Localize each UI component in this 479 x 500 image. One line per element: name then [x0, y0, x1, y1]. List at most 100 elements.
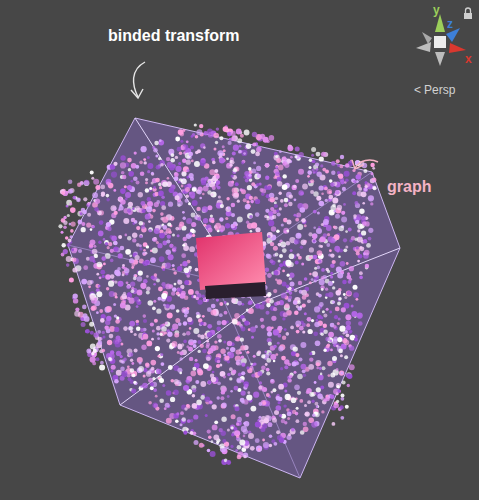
particle: [183, 321, 187, 325]
particle: [162, 217, 168, 223]
particle: [226, 207, 231, 212]
particle: [125, 234, 128, 237]
particle: [349, 346, 354, 351]
particle: [228, 181, 234, 187]
particle: [253, 355, 256, 358]
particle: [268, 220, 274, 226]
particle: [102, 275, 105, 278]
particle: [298, 169, 304, 175]
particle: [347, 374, 352, 379]
particle: [311, 400, 314, 403]
particle: [282, 270, 285, 273]
particle: [160, 333, 163, 336]
particle: [241, 371, 245, 375]
particle: [177, 266, 182, 271]
particle: [320, 245, 323, 248]
particle: [194, 161, 200, 167]
particle: [283, 228, 289, 234]
particle: [154, 319, 158, 323]
particle: [321, 223, 324, 226]
particle: [137, 276, 143, 282]
particle: [267, 273, 272, 278]
particle: [206, 356, 211, 361]
particle: [188, 289, 194, 295]
particle: [200, 344, 204, 348]
particle: [251, 149, 256, 154]
particle: [341, 307, 346, 312]
particle: [282, 156, 286, 160]
particle: [159, 398, 164, 403]
particle: [344, 171, 350, 177]
particle: [312, 234, 317, 239]
particle: [111, 365, 116, 370]
particle: [309, 247, 314, 252]
particle: [295, 218, 299, 222]
particle: [147, 201, 153, 207]
particle: [95, 284, 99, 288]
particle: [344, 181, 347, 184]
particle: [136, 326, 141, 331]
particle: [227, 341, 232, 346]
particle: [323, 349, 326, 352]
particle: [330, 238, 335, 243]
particle: [337, 389, 341, 393]
particle: [98, 285, 101, 288]
particle: [368, 195, 374, 201]
particle: [113, 246, 118, 251]
particle: [282, 317, 285, 320]
particle: [250, 230, 253, 233]
particle: [330, 263, 335, 268]
particle: [200, 381, 206, 387]
scene-view[interactable]: binded transformgraphyzx<Persp: [0, 0, 479, 500]
particle: [340, 416, 344, 420]
particle: [270, 242, 274, 246]
particle: [108, 281, 114, 287]
particle: [336, 368, 339, 371]
particle: [219, 428, 223, 432]
particle: [158, 191, 164, 197]
particle: [275, 166, 278, 169]
particle: [336, 267, 342, 273]
particle: [318, 375, 324, 381]
particle: [231, 426, 234, 429]
particle: [321, 193, 324, 196]
particle: [290, 326, 294, 330]
particle: [243, 422, 246, 425]
particle: [224, 311, 228, 315]
particle: [115, 342, 121, 348]
particle: [259, 402, 263, 406]
particle: [118, 235, 122, 239]
particle: [195, 151, 199, 155]
particle: [183, 217, 186, 220]
particle: [245, 204, 250, 209]
particle: [233, 224, 236, 227]
particle: [249, 215, 253, 219]
particle: [251, 169, 256, 174]
particle: [317, 250, 323, 256]
particle: [284, 203, 288, 207]
particle: [332, 260, 336, 264]
particle: [98, 231, 104, 237]
particle: [158, 287, 163, 292]
particle: [90, 228, 93, 231]
particle: [214, 340, 217, 343]
particle: [337, 337, 342, 342]
particle: [294, 311, 299, 316]
particle: [181, 146, 185, 150]
particle: [148, 300, 154, 306]
particle: [342, 280, 347, 285]
particle: [191, 213, 196, 218]
particle: [184, 314, 188, 318]
bounds-box[interactable]: [68, 118, 400, 478]
particle: [227, 429, 230, 432]
particle: [265, 163, 270, 168]
particle: [152, 306, 156, 310]
particle: [316, 367, 319, 370]
particle: [315, 341, 321, 347]
particle: [170, 244, 174, 248]
particle: [186, 404, 189, 407]
scene-canvas: [0, 0, 479, 500]
particle: [103, 263, 106, 266]
particle: [202, 315, 205, 318]
particle: [260, 134, 265, 139]
